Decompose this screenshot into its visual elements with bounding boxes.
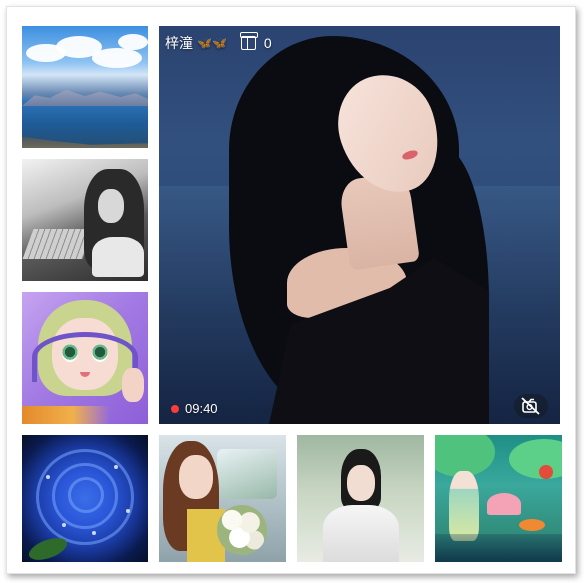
girl-in-car-thumbnail[interactable] [159, 435, 286, 562]
stream-timer: 09:40 [171, 401, 218, 416]
gift-count: 0 [263, 35, 272, 51]
stream-header: 梓潼 🦋🦋 0 [165, 32, 272, 53]
gift-icon[interactable] [239, 32, 258, 50]
sea-landscape-thumbnail[interactable] [22, 26, 148, 148]
camera-off-icon [521, 397, 540, 415]
streamer-name[interactable]: 梓潼 [165, 33, 193, 53]
recording-dot-icon [171, 404, 179, 413]
anime-avatar-thumbnail[interactable] [22, 292, 148, 424]
camera-off-button[interactable] [514, 394, 548, 418]
grayscale-girl-thumbnail[interactable] [22, 159, 148, 281]
fairy-lotus-thumbnail[interactable] [435, 435, 562, 562]
name-badge: 🦋🦋 [197, 36, 227, 50]
blue-rose-thumbnail[interactable] [22, 435, 148, 562]
main-stream-video[interactable]: 梓潼 🦋🦋 0 09:40 [159, 26, 560, 424]
white-robe-man-thumbnail[interactable] [297, 435, 424, 562]
stream-duration: 09:40 [185, 401, 218, 416]
